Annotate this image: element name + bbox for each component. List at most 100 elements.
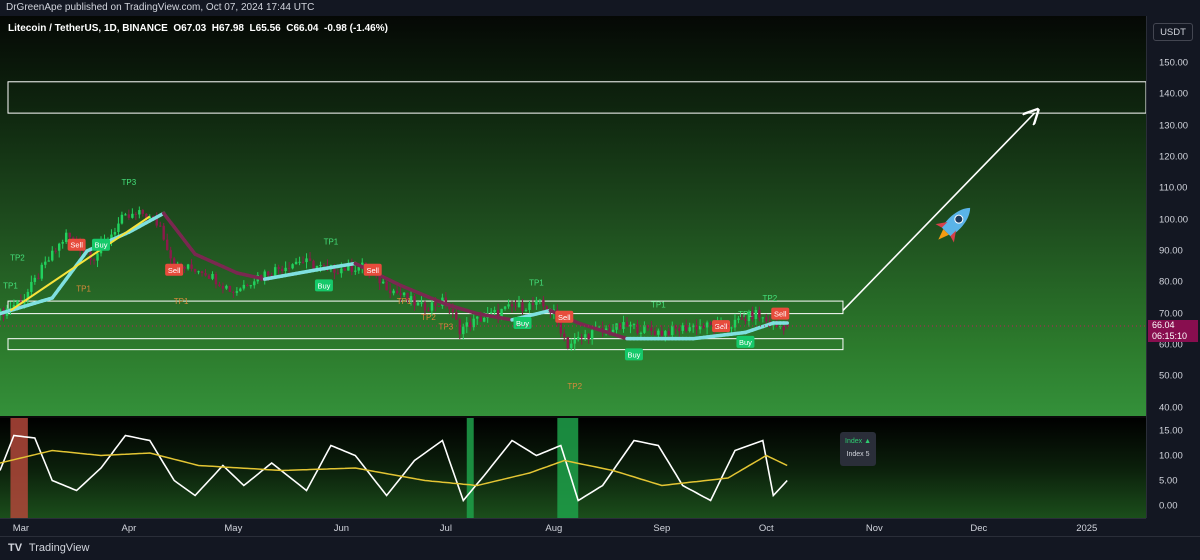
candle-body — [197, 271, 200, 273]
candle-body — [744, 318, 747, 322]
take-profit-label: TP2 — [10, 253, 25, 262]
candle-body — [266, 271, 270, 276]
buy-signal-tag: Buy — [736, 335, 755, 348]
candle-body — [273, 267, 277, 276]
candle-body — [186, 264, 190, 269]
candle-body — [298, 261, 301, 263]
tradingview-brand[interactable]: TV TradingView — [8, 542, 89, 554]
take-profit-label: TP1 — [76, 285, 91, 294]
signal-tag-text: Sell — [366, 266, 379, 275]
candle-body — [636, 324, 639, 334]
last-price-value: 66.04 — [1152, 320, 1175, 330]
candle-body — [225, 285, 228, 289]
candle-body — [64, 232, 68, 242]
candle-body — [434, 302, 437, 306]
candle-body — [524, 309, 528, 312]
oscillator-tick-label: 10.00 — [1159, 450, 1183, 461]
signal-tag-text: Buy — [739, 338, 752, 347]
candle-body — [535, 300, 538, 305]
candle-body — [385, 281, 388, 291]
signal-tag-text: Buy — [95, 241, 108, 250]
oscillator-svg[interactable] — [0, 418, 1146, 518]
signal-tag-text: Sell — [168, 266, 181, 275]
candle-body — [343, 268, 347, 271]
candle-body — [455, 312, 458, 320]
candle-body — [47, 260, 50, 262]
candle-body — [521, 302, 524, 312]
candle-body — [301, 261, 305, 263]
symbol-legend[interactable]: Litecoin / TetherUS, 1D, BINANCE O67.03 … — [8, 23, 388, 34]
candle-body — [678, 328, 681, 331]
projection-arrow — [842, 113, 1035, 312]
time-tick-label: 2025 — [1076, 523, 1098, 534]
candle-body — [124, 214, 127, 216]
candle-body — [462, 326, 465, 335]
price-tick-label: 40.00 — [1159, 402, 1183, 414]
signal-tag-text: Sell — [558, 313, 571, 322]
candle-body — [566, 336, 569, 349]
candle-body — [517, 302, 521, 308]
candle-body — [242, 284, 246, 289]
candle-body — [782, 326, 785, 331]
publisher-text: DrGreenApe published on TradingView.com,… — [6, 2, 315, 13]
candle-body — [559, 320, 563, 334]
price-pane[interactable]: TP1 TP2 TP3 TP1 TP1 TP1 TP1 TP2 TP3 TP1 TP2 TP1 TP1 T… — [0, 16, 1146, 417]
candle-body — [688, 327, 691, 331]
candle-body — [308, 258, 312, 261]
candle-body — [531, 303, 535, 305]
candle-body — [305, 258, 308, 263]
time-tick-label: May — [224, 523, 243, 534]
candle-body — [44, 261, 47, 265]
oscillator-pane[interactable]: Index ▲ Index 5 — [0, 418, 1146, 518]
time-axis[interactable]: Mar Apr May Jun Jul Aug Sep Oct Nov Dec 2025 — [0, 518, 1146, 536]
price-axis[interactable]: USDT 40.00 50.00 60.00 70.00 80.00 90.00 100.0… — [1146, 16, 1200, 518]
sell-signal-tag: Sell — [165, 263, 184, 276]
oscillator-signal-line — [0, 449, 788, 487]
candle-body — [221, 286, 225, 289]
candle-body — [54, 250, 57, 252]
price-chart-svg[interactable]: TP1TP2TP3TP1TP1TP1TP1TP2TP3TP1TP2TP1TP1T… — [0, 16, 1146, 417]
trend-line — [9, 215, 151, 312]
candle-body — [51, 250, 54, 261]
chart-window: DrGreenApe published on TradingView.com,… — [0, 0, 1200, 560]
price-tick-label: 130.00 — [1159, 120, 1189, 132]
take-profit-label: TP1 — [324, 238, 339, 247]
candle-body — [413, 296, 416, 306]
candle-body — [475, 316, 479, 319]
candle-body — [127, 214, 131, 218]
price-tick-label: 50.00 — [1159, 370, 1183, 382]
time-tick-label: Apr — [121, 523, 137, 534]
candle-body — [61, 241, 64, 244]
buy-signal-tag: Buy — [513, 317, 532, 330]
price-tick-label: 90.00 — [1159, 245, 1183, 257]
candle-body — [253, 281, 256, 286]
buy-signal-tag: Buy — [92, 238, 111, 251]
candle-body — [653, 330, 657, 335]
candle-body — [193, 268, 197, 272]
candle-body — [577, 337, 580, 340]
take-profit-label: TP1 — [174, 297, 189, 306]
candle-body — [277, 267, 280, 269]
index-indicator-box[interactable]: Index ▲ Index 5 — [840, 432, 876, 466]
candle-body — [583, 334, 587, 338]
sell-signal-tag: Sell — [712, 320, 731, 333]
index-label-1: Index ▲ — [845, 438, 871, 445]
candle-body — [671, 325, 674, 336]
sell-signal-tag: Sell — [363, 263, 382, 276]
footer-bar: TV TradingView — [0, 536, 1200, 560]
candle-body — [120, 214, 124, 224]
candle-body — [664, 331, 667, 336]
candle-body — [465, 322, 468, 327]
last-price-badge: 66.04 06:15:10 — [1148, 320, 1198, 342]
take-profit-label: TP3 — [439, 322, 454, 331]
zone-box — [7, 338, 844, 351]
candle-body — [200, 271, 204, 274]
candle-body — [117, 223, 120, 233]
take-profit-label: TP1 — [738, 310, 753, 319]
currency-unit-button[interactable]: USDT — [1153, 23, 1193, 41]
candle-body — [40, 264, 44, 279]
price-tick-label: 120.00 — [1159, 151, 1189, 163]
candle-body — [235, 291, 239, 293]
candle-body — [249, 285, 253, 287]
time-tick-label: Jun — [333, 523, 350, 534]
